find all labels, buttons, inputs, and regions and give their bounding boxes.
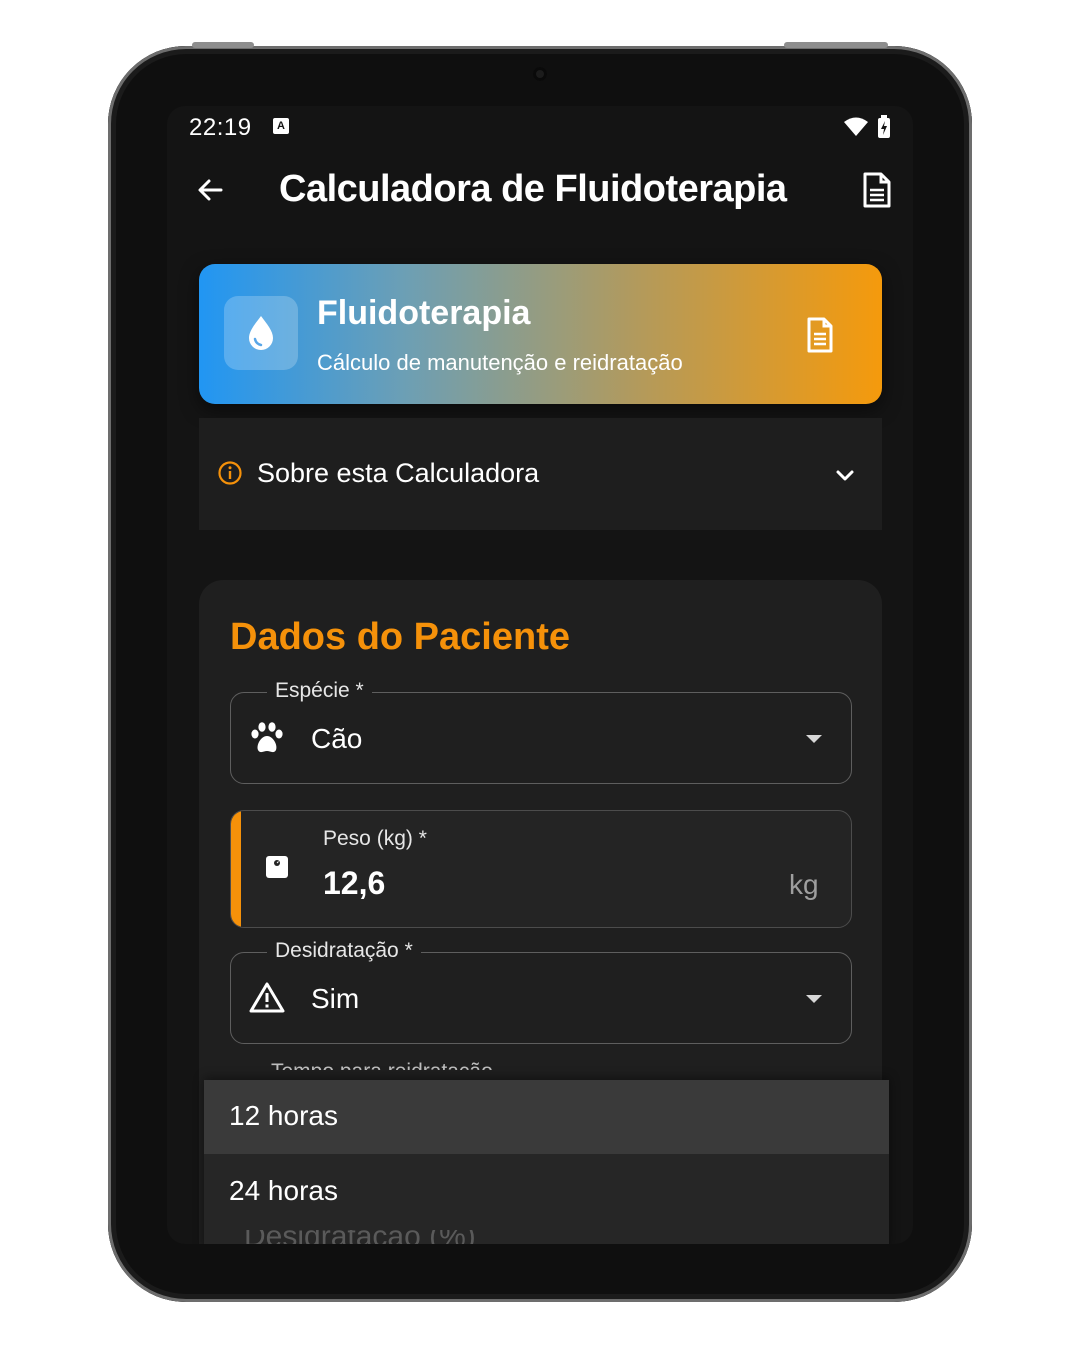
species-select[interactable]: Espécie * Cão bbox=[230, 679, 852, 784]
about-calculator-panel[interactable]: Sobre esta Calculadora bbox=[199, 418, 882, 530]
info-icon bbox=[218, 461, 242, 485]
screen: 22:19 A Calculadora de Fluidoterapia Flu… bbox=[167, 106, 913, 1244]
weight-unit-suffix: kg bbox=[789, 869, 819, 900]
species-label: Espécie * bbox=[267, 679, 372, 703]
menu-option-12h[interactable]: 12 horas bbox=[204, 1080, 889, 1154]
chevron-down-icon bbox=[836, 470, 854, 481]
battery-icon bbox=[878, 115, 890, 138]
weight-input[interactable]: Peso (kg) * 12,6 kg bbox=[230, 810, 852, 928]
dehydration-label: Desidratação * bbox=[267, 939, 421, 963]
back-arrow-icon[interactable] bbox=[191, 170, 231, 210]
hero-icon-box bbox=[224, 296, 298, 370]
dropdown-arrow-icon bbox=[806, 735, 822, 743]
menu-option-24h[interactable]: 24 horas bbox=[204, 1155, 889, 1229]
dropdown-arrow-icon bbox=[806, 995, 822, 1003]
dehydration-select[interactable]: Desidratação * Sim bbox=[230, 939, 852, 1044]
rehydration-time-menu: 12 horas 24 horas Desidratação (%) bbox=[204, 1080, 889, 1244]
species-value: Cão bbox=[311, 723, 363, 754]
weight-label: Peso (kg) * bbox=[323, 827, 427, 850]
dehydration-value: Sim bbox=[311, 983, 360, 1014]
hero-title: Fluidoterapia bbox=[317, 294, 531, 332]
weight-value: 12,6 bbox=[323, 865, 386, 901]
notification-badge: A bbox=[273, 118, 289, 134]
focus-accent-bar bbox=[231, 811, 241, 927]
app-bar: Calculadora de Fluidoterapia bbox=[167, 146, 913, 236]
status-time: 22:19 bbox=[189, 114, 252, 141]
warning-icon bbox=[249, 982, 285, 1013]
hardware-button bbox=[784, 42, 888, 48]
front-camera bbox=[533, 67, 547, 81]
paw-icon bbox=[251, 722, 283, 753]
document-icon[interactable] bbox=[859, 170, 895, 210]
about-label: Sobre esta Calculadora bbox=[257, 458, 540, 488]
section-title: Dados do Paciente bbox=[230, 616, 570, 658]
page-title: Calculadora de Fluidoterapia bbox=[279, 168, 787, 210]
rehydration-time-label: Tempo para reidratação bbox=[271, 1060, 493, 1070]
hero-subtitle: Cálculo de manutenção e reidratação bbox=[317, 350, 683, 375]
hardware-button bbox=[192, 42, 254, 48]
document-icon[interactable] bbox=[804, 316, 836, 354]
underlying-field-peek: Desidratação (%) bbox=[244, 1230, 476, 1244]
scale-icon bbox=[266, 856, 288, 878]
menu-option-label: 12 horas bbox=[229, 1100, 338, 1131]
menu-option-label: 24 horas bbox=[229, 1175, 338, 1206]
hero-card: Fluidoterapia Cálculo de manutenção e re… bbox=[199, 264, 882, 404]
water-drop-icon bbox=[249, 316, 273, 350]
wifi-icon bbox=[844, 117, 868, 136]
status-bar: 22:19 A bbox=[167, 106, 913, 146]
